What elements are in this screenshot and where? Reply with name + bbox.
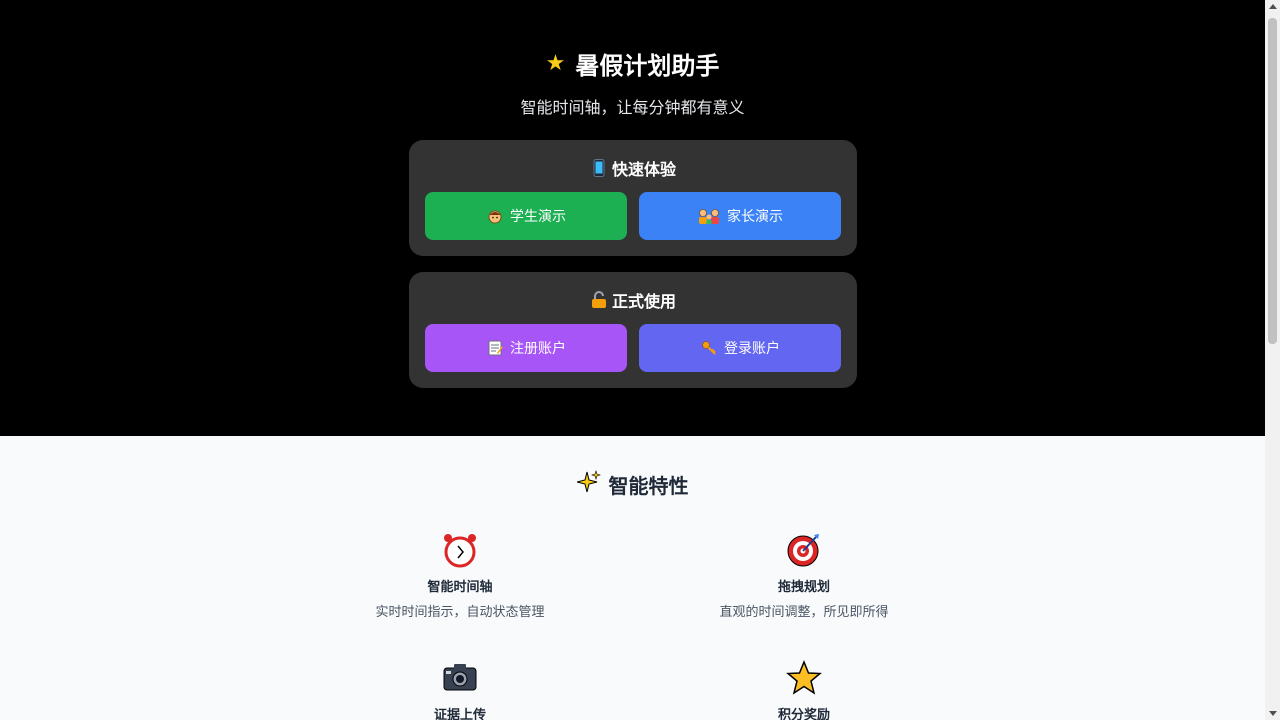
scroll-up-arrow-icon[interactable] xyxy=(1269,4,1277,9)
sparkles-icon xyxy=(576,470,601,499)
scroll-down-arrow-icon[interactable] xyxy=(1269,711,1277,716)
target-icon xyxy=(786,532,822,568)
page-subtitle: 智能时间轴，让每分钟都有意义 xyxy=(520,98,745,117)
key-icon xyxy=(700,339,718,357)
student-face-icon xyxy=(486,207,504,225)
star-icon: ★ xyxy=(545,51,566,76)
formal-use-title: 正式使用 xyxy=(409,288,857,312)
mobile-phone-icon xyxy=(590,159,608,177)
vertical-scrollbar[interactable] xyxy=(1265,0,1280,720)
features-title: 智能特性 xyxy=(0,470,1265,499)
page-title: ★ 暑假计划助手 xyxy=(0,46,1265,81)
hero-section: ★ 暑假计划助手 智能时间轴，让每分钟都有意义 快速体验 学生演示 家长演示 正… xyxy=(0,0,1265,436)
scrollbar-thumb[interactable] xyxy=(1268,18,1277,344)
page-title-text: 暑假计划助手 xyxy=(575,52,720,80)
feature-item: 证据上传 xyxy=(330,660,590,720)
register-button[interactable]: 注册账户 xyxy=(425,324,627,372)
camera-icon xyxy=(442,660,478,696)
quick-demo-title: 快速体验 xyxy=(409,156,857,180)
family-icon xyxy=(697,207,721,225)
parent-demo-button[interactable]: 家长演示 xyxy=(639,192,841,240)
student-demo-button[interactable]: 学生演示 xyxy=(425,192,627,240)
formal-use-card: 正式使用 注册账户 登录账户 xyxy=(409,272,857,388)
feature-item: 积分奖励 xyxy=(674,660,934,720)
feature-item: 拖拽规划 直观的时间调整，所见即所得 xyxy=(674,532,934,620)
star-icon xyxy=(786,660,822,696)
lock-icon xyxy=(590,291,608,309)
memo-icon xyxy=(486,339,504,357)
quick-demo-card: 快速体验 学生演示 家长演示 xyxy=(409,140,857,256)
page: ★ 暑假计划助手 智能时间轴，让每分钟都有意义 快速体验 学生演示 家长演示 正… xyxy=(0,0,1265,720)
features-section: 智能特性 智能时间轴 实时时间指示，自动状态管理 拖拽规划 直观的时间调整，所见… xyxy=(0,436,1265,720)
login-button[interactable]: 登录账户 xyxy=(639,324,841,372)
alarm-clock-icon xyxy=(442,532,478,568)
feature-item: 智能时间轴 实时时间指示，自动状态管理 xyxy=(330,532,590,620)
